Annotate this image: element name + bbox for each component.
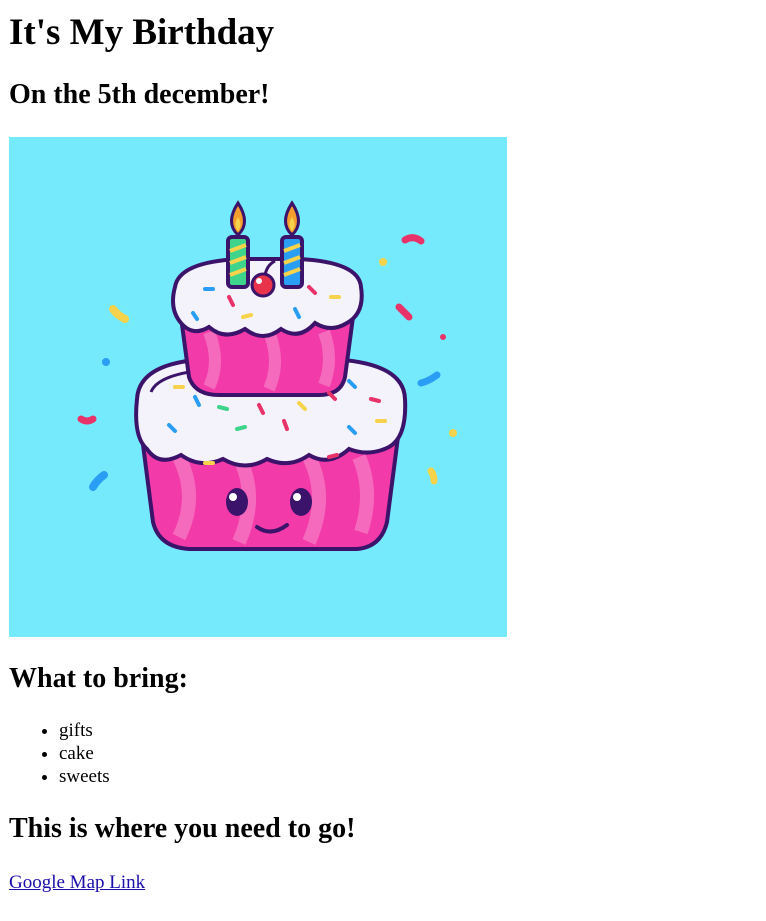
google-map-link[interactable]: Google Map Link xyxy=(9,871,145,894)
page-title: It's My Birthday xyxy=(9,12,275,53)
cherry xyxy=(250,272,276,298)
bring-list: gifts cake sweets xyxy=(9,719,757,788)
bring-heading: What to bring: xyxy=(9,663,188,694)
date-heading: On the 5th december! xyxy=(9,79,270,110)
list-item: sweets xyxy=(59,765,757,788)
cake-illustration xyxy=(9,137,507,637)
list-item: gifts xyxy=(59,719,757,742)
list-item: cake xyxy=(59,742,757,765)
birthday-cake-image xyxy=(9,137,507,637)
directions-heading: This is where you need to go! xyxy=(9,813,356,844)
